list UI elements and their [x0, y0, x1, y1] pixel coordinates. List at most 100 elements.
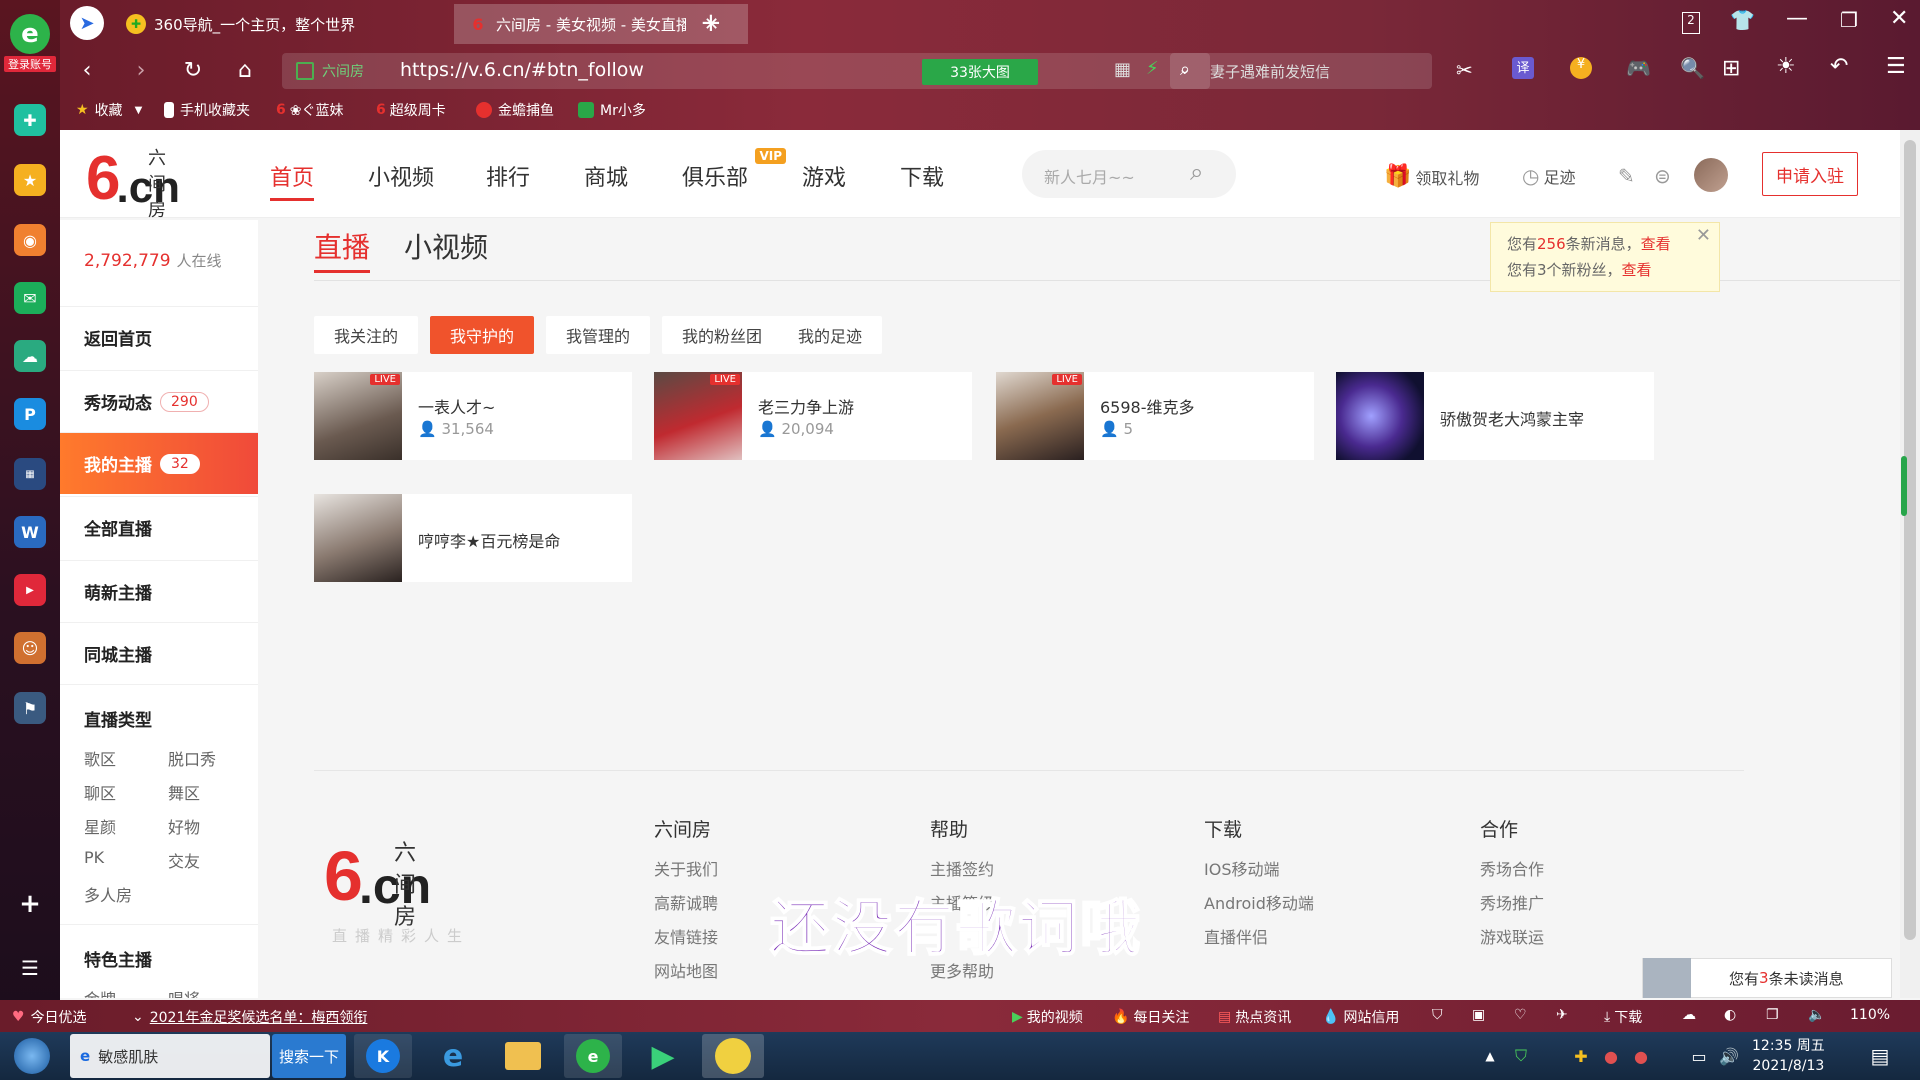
scissors-icon[interactable]: ✂ [1456, 58, 1473, 82]
sidebar-item-local[interactable]: 同城主播 [60, 622, 258, 684]
featured-singer[interactable]: 唱将 [168, 986, 200, 998]
category-goods[interactable]: 好物 [168, 814, 200, 838]
anchor-name[interactable]: 哼哼李★百元榜是命 [418, 528, 560, 552]
system-clock[interactable]: 12:35 周五 2021/8/13 [1752, 1036, 1825, 1076]
plus-app-icon[interactable]: ✚ [14, 104, 46, 136]
star-app-icon[interactable]: ★ [14, 164, 46, 196]
category-chat[interactable]: 聊区 [84, 780, 116, 804]
message-icon[interactable]: ⊜ [1654, 164, 1671, 188]
footer-link[interactable]: 秀场推广 [1480, 890, 1544, 924]
sidebar-item-all-live[interactable]: 全部直播 [60, 496, 258, 558]
window-icon[interactable]: ❐ [1766, 1007, 1779, 1023]
today-picks[interactable]: ♥ 今日优选 [12, 1007, 87, 1027]
footer-link[interactable]: 网站地图 [654, 958, 718, 992]
taskbar-app-k[interactable]: K [354, 1034, 412, 1078]
taskbar-search-button[interactable]: 搜索一下 [272, 1034, 346, 1078]
category-sing[interactable]: 歌区 [84, 746, 116, 770]
unread-message-box[interactable]: 您有 3 条未读消息 [1642, 958, 1892, 998]
chevron-down-icon[interactable]: ▼ [135, 105, 143, 116]
url-text[interactable]: https://v.6.cn/#btn_follow [400, 59, 644, 81]
bookmark-weekcard[interactable]: 6 超级周卡 [376, 100, 446, 120]
footer-logo[interactable]: 6 .cn 六间房 [324, 841, 431, 930]
restore-icon[interactable]: ❐ [1840, 8, 1858, 32]
bookmark-mrxiaoduo[interactable]: Mr小多 [578, 100, 646, 120]
page-scrollbar[interactable] [1900, 130, 1920, 998]
category-looks[interactable]: 星颜 [84, 814, 116, 838]
footer-link[interactable]: 秀场合作 [1480, 856, 1544, 890]
bookmark-lanmei[interactable]: 6 ❀ぐ蓝妹 [276, 100, 343, 120]
sidebar-item-new-anchors[interactable]: 萌新主播 [60, 560, 258, 622]
tray-expand-icon[interactable]: ▲ [1480, 1034, 1500, 1078]
security-tray-icon[interactable]: ⛉ [1508, 1034, 1534, 1078]
skin-icon[interactable]: 👕 [1730, 8, 1755, 32]
category-dance[interactable]: 舞区 [168, 780, 200, 804]
hot-news-link[interactable]: ▤ 热点资讯 [1218, 1007, 1291, 1027]
big-pictures-button[interactable]: 33张大图 [922, 59, 1038, 85]
nav-download[interactable]: 下载 [900, 160, 944, 192]
mail-icon[interactable]: ✉ [14, 282, 46, 314]
qq-tray-icon-2[interactable]: ● [1628, 1034, 1654, 1078]
taskbar-app-ie[interactable]: e [424, 1034, 482, 1078]
nav-game[interactable]: 游戏 [802, 160, 846, 192]
tab-short-video[interactable]: 小视频 [404, 226, 488, 266]
footer-link[interactable]: IOS移动端 [1204, 856, 1314, 890]
anchor-card[interactable]: LIVE 老三力争上游 👤 20,094 [654, 372, 972, 460]
category-talk-show[interactable]: 脱口秀 [168, 746, 216, 770]
nav-mall[interactable]: 商城 [584, 160, 628, 192]
anchor-name[interactable]: 骄傲贺老大鸿蒙主宰 [1440, 406, 1584, 430]
anchor-card[interactable]: LIVE 一表人才~ 👤 31,564 [314, 372, 632, 460]
speed-icon[interactable]: ◐ [1724, 1007, 1736, 1023]
gamepad-icon[interactable]: 🎮 [1626, 56, 1651, 80]
subtab-managing[interactable]: 我管理的 [546, 316, 651, 354]
nav-home[interactable]: 首页 [270, 160, 315, 201]
browser-logo[interactable]: e 登录账号 [4, 14, 56, 72]
cloud-icon[interactable]: ☁ [14, 340, 46, 372]
menu-icon[interactable]: ☰ [14, 952, 46, 984]
footer-link[interactable]: 关于我们 [654, 856, 718, 890]
video-app-icon[interactable]: ▶ [14, 574, 46, 606]
coin-icon[interactable]: ¥ [1570, 57, 1592, 79]
bookmark-favorites[interactable]: ★ 收藏 ▼ [76, 100, 142, 120]
download-link[interactable]: ⤓ 下载 [1604, 1007, 1642, 1027]
footer-link[interactable]: 游戏联运 [1480, 924, 1544, 958]
view-messages-link[interactable]: 查看 [1641, 235, 1671, 253]
network-icon[interactable]: ▭ [1686, 1034, 1712, 1078]
taskbar-app-avatar[interactable] [702, 1034, 764, 1078]
gift-link[interactable]: 🎁 领取礼物 [1384, 164, 1479, 189]
history-link[interactable]: ◷ 足迹 [1522, 164, 1575, 188]
anchor-card[interactable]: LIVE 6598-维克多 👤 5 [996, 372, 1314, 460]
tab-360[interactable]: ✚ 360导航_一个主页，整个世界 [112, 4, 452, 44]
anchor-thumbnail[interactable]: LIVE [996, 372, 1084, 460]
nav-rank[interactable]: 排行 [486, 160, 530, 192]
taskbar-app-browser[interactable]: e [564, 1034, 622, 1078]
nav-club[interactable]: 俱乐部 VIP [682, 148, 787, 192]
lightning-icon[interactable]: ⚡ [1146, 58, 1159, 79]
anchor-thumbnail[interactable] [1336, 372, 1424, 460]
pubg-app-icon[interactable]: ⚑ [14, 692, 46, 724]
zoom-icon[interactable]: 🔍 [1680, 56, 1705, 80]
apps-icon[interactable]: ⊞ [1722, 56, 1740, 81]
new-tab-icon[interactable]: + [700, 8, 722, 38]
zoom-level[interactable]: 110% [1850, 1007, 1890, 1023]
site-credit-link[interactable]: 💧 网站信用 [1322, 1007, 1399, 1027]
daily-follow-link[interactable]: 🔥 每日关注 [1112, 1007, 1189, 1027]
rocket-icon[interactable]: ✈ [1556, 1007, 1568, 1023]
translate-icon[interactable]: 译 [1512, 57, 1534, 79]
anchor-name[interactable]: 一表人才~ [418, 394, 495, 418]
qq-tray-icon[interactable]: ● [1598, 1034, 1624, 1078]
sidebar-item-my-anchors[interactable]: 我的主播 32 [60, 432, 258, 494]
close-window-icon[interactable]: ✕ [1890, 6, 1908, 31]
sidebar-item-home[interactable]: 返回首页 [60, 306, 258, 368]
avatar[interactable] [1694, 158, 1728, 192]
image-icon[interactable]: ▣ [1472, 1007, 1485, 1023]
footer-link[interactable]: 高薪诚聘 [654, 890, 718, 924]
shield-icon[interactable]: ⛉ [1432, 1007, 1443, 1023]
category-pk[interactable]: PK [84, 848, 104, 867]
document-icon[interactable]: W [14, 516, 46, 548]
site-logo[interactable]: 6 .cn 六间房 [86, 148, 180, 222]
bookmark-fishing[interactable]: 金蟾捕鱼 [476, 100, 554, 120]
cloud-icon[interactable]: ☁ [1682, 1007, 1696, 1023]
anchor-thumbnail[interactable] [314, 494, 402, 582]
undo-icon[interactable]: ↶ [1830, 54, 1848, 79]
url-field[interactable]: 六间房 https://v.6.cn/#btn_follow 33张大图 ▦ ⚡… [282, 53, 1210, 89]
